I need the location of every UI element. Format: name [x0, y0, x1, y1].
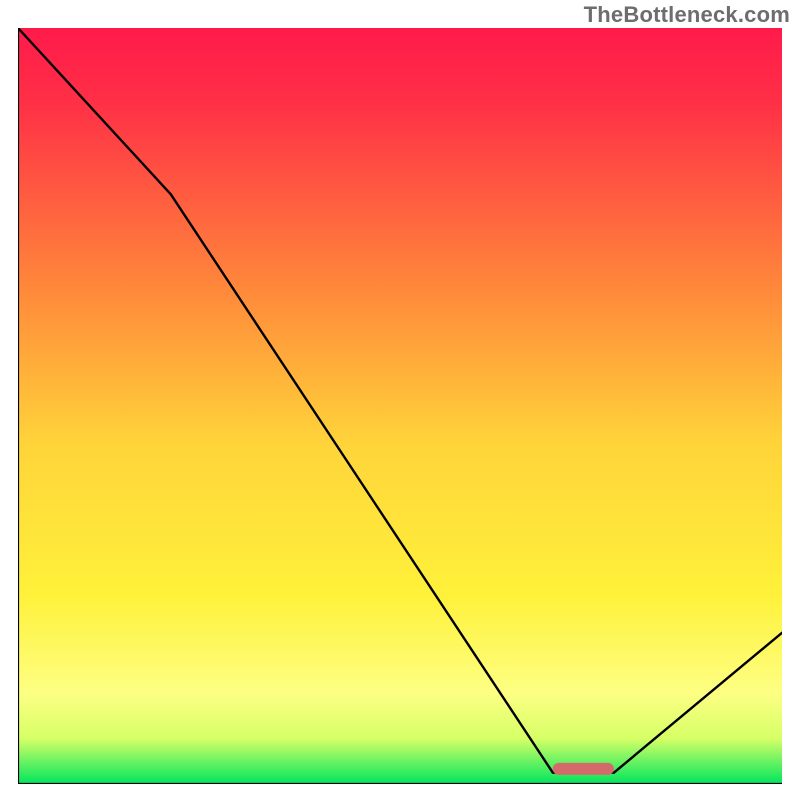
chart-container: TheBottleneck.com: [0, 0, 800, 800]
attribution-label: TheBottleneck.com: [584, 2, 790, 28]
optimal-range-marker: [553, 763, 614, 775]
chart-background: [18, 28, 782, 784]
plot-area: [18, 28, 782, 784]
chart-svg: [18, 28, 782, 784]
